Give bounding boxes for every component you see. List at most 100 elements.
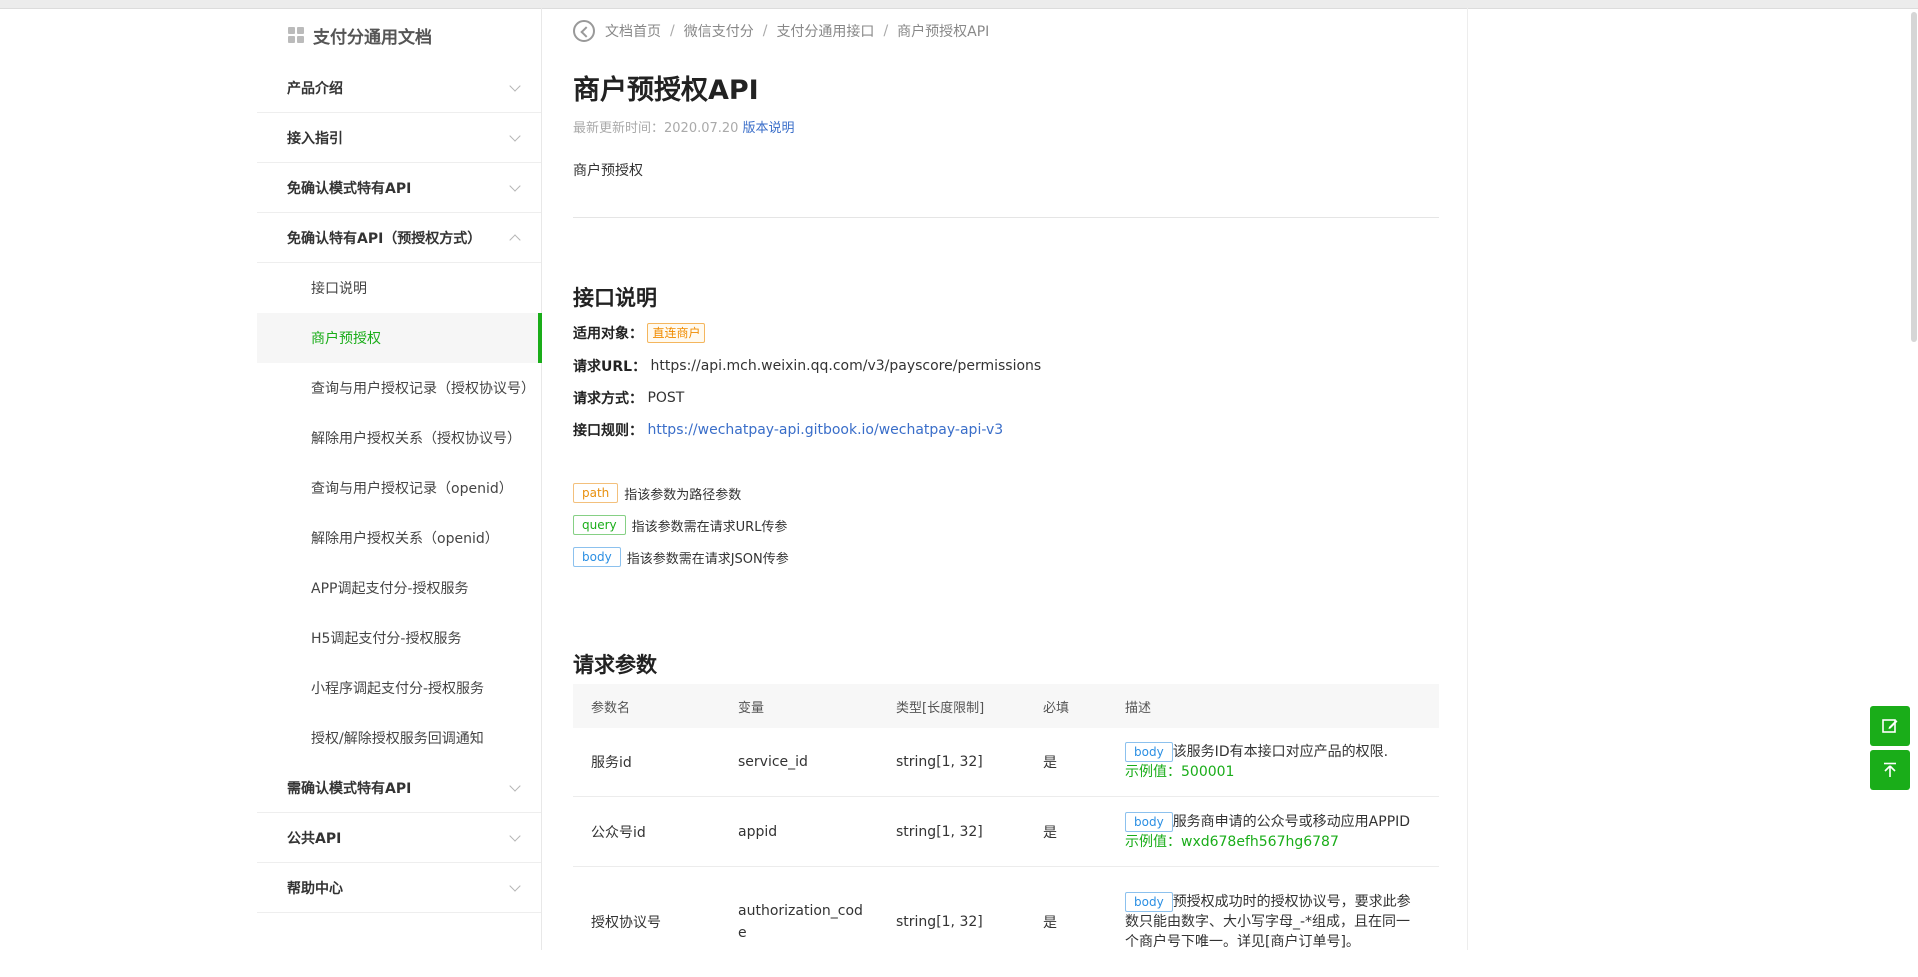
page-title: 商户预授权API: [573, 75, 759, 106]
param-example: 示例值：500001: [1125, 764, 1235, 780]
rule-label: 接口规则：: [573, 423, 643, 439]
sidebar-subitem-label: 接口说明: [311, 281, 367, 297]
query-chip: query: [573, 515, 626, 535]
sidebar-subitem-label: 查询与用户授权记录（授权协议号）: [311, 381, 535, 397]
breadcrumb-current: 商户预授权API: [897, 24, 990, 40]
params-table: 参数名 变量 类型[长度限制] 必填 描述 服务id service_id st…: [573, 684, 1439, 977]
scrollbar-thumb[interactable]: [1911, 12, 1917, 342]
sidebar-subitem-h5-invoke[interactable]: H5调起支付分-授权服务: [257, 613, 541, 663]
main-content: 文档首页 / 微信支付分 / 支付分通用接口 / 商户预授权API 商户预授权A…: [541, 8, 1468, 950]
sidebar-item-label: 免确认特有API（预授权方式）: [287, 230, 482, 247]
param-description: body 服务商申请的公众号或移动应用APPID 示例值：wxd678efh567…: [1111, 797, 1439, 866]
sidebar-subitem-api-intro[interactable]: 接口说明: [257, 263, 541, 313]
sidebar-subitem-label: APP调起支付分-授权服务: [311, 581, 469, 597]
param-desc-text: 服务商申请的公众号或移动应用APPID: [1172, 813, 1411, 830]
sidebar-item-label: 帮助中心: [287, 880, 343, 897]
param-description: body 该服务ID有本接口对应产品的权限. 示例值：500001: [1111, 728, 1439, 796]
param-variable: authorization_code: [738, 903, 863, 941]
breadcrumb-separator: /: [670, 23, 675, 39]
param-example: 示例值：wxd678efh567hg6787: [1125, 833, 1339, 850]
sidebar-subitem-label: 解除用户授权关系（授权协议号）: [311, 431, 521, 447]
page-scrollbar[interactable]: [1910, 8, 1918, 950]
api-rule: 接口规则： https://wechatpay-api.gitbook.io/w…: [573, 420, 1003, 440]
sidebar-subitem-query-auth-code[interactable]: 查询与用户授权记录（授权协议号）: [257, 363, 541, 413]
sidebar-item-help-center[interactable]: 帮助中心: [257, 863, 541, 913]
sidebar-item-public-api[interactable]: 公共API: [257, 813, 541, 863]
sidebar-item-confirm-api[interactable]: 需确认模式特有API: [257, 763, 541, 813]
chevron-down-icon: [509, 80, 521, 92]
sidebar-subitem-label: 查询与用户授权记录（openid）: [311, 481, 513, 497]
sidebar-item-label: 需确认模式特有API: [287, 780, 412, 797]
breadcrumb-link-home[interactable]: 文档首页: [605, 21, 661, 41]
sidebar-subitem-query-openid[interactable]: 查询与用户授权记录（openid）: [257, 463, 541, 513]
sidebar-subitem-label: H5调起支付分-授权服务: [311, 631, 462, 647]
param-type: string[1, 32]: [896, 823, 983, 840]
body-chip: body: [1125, 811, 1173, 832]
api-rule-link[interactable]: https://wechatpay-api.gitbook.io/wechatp…: [647, 422, 1003, 438]
legend-body: body 指该参数需在请求JSON传参: [573, 547, 789, 567]
legend-text: 指该参数需在请求URL传参: [631, 519, 788, 535]
table-row: 服务id service_id string[1, 32] 是 body 该服务I…: [573, 728, 1439, 797]
arrow-up-icon: [1884, 762, 1896, 777]
sidebar-item-preauth-api[interactable]: 免确认特有API（预授权方式）: [257, 213, 541, 263]
param-desc-text: 该服务ID有本接口对应产品的权限.: [1172, 744, 1389, 760]
grid-icon: [288, 27, 304, 43]
breadcrumb-separator: /: [762, 23, 768, 39]
sidebar-title: 支付分通用文档: [288, 18, 432, 52]
version-notes-link[interactable]: 版本说明: [742, 121, 794, 136]
sidebar-item-label: 公共API: [287, 830, 342, 847]
target-label: 适用对象：: [573, 326, 643, 342]
param-name: 授权协议号: [591, 915, 661, 931]
back-arrow-icon[interactable]: [573, 20, 595, 42]
sidebar-subitem-miniprogram-invoke[interactable]: 小程序调起支付分-授权服务: [257, 663, 541, 713]
table-row: 授权协议号 authorization_code string[1, 32] 是…: [573, 867, 1439, 977]
sidebar: 支付分通用文档 产品介绍 接入指引 免确认模式特有API 免确认特有API（预授…: [257, 8, 542, 950]
param-name: 公众号id: [591, 824, 646, 841]
breadcrumb-link-common-api[interactable]: 支付分通用接口: [776, 21, 874, 41]
sidebar-item-no-confirm-api[interactable]: 免确认模式特有API: [257, 163, 541, 213]
legend-text: 指该参数需在请求JSON传参: [626, 551, 789, 567]
sidebar-item-access-guide[interactable]: 接入指引: [257, 113, 541, 163]
sidebar-subitem-app-invoke[interactable]: APP调起支付分-授权服务: [257, 563, 541, 613]
sidebar-item-label: 产品介绍: [287, 80, 343, 97]
page-description: 商户预授权: [573, 163, 643, 179]
method-label: 请求方式：: [573, 391, 643, 407]
sidebar-item-label: 接入指引: [287, 130, 343, 147]
edit-button[interactable]: [1870, 706, 1910, 746]
param-description: body 预授权成功时的授权协议号，要求此参数只能由数字、大小写字母_-*组成，且…: [1111, 867, 1439, 977]
column-header: 类型[长度限制]: [896, 700, 985, 716]
param-type: string[1, 32]: [896, 754, 983, 770]
breadcrumb-link-payscore[interactable]: 微信支付分: [684, 21, 754, 41]
chevron-down-icon: [509, 130, 521, 142]
param-name: 服务id: [591, 755, 632, 771]
column-header: 必填: [1043, 700, 1070, 716]
body-chip: body: [573, 547, 621, 567]
sidebar-item-label: 免确认模式特有API: [287, 180, 412, 197]
param-required: 是: [1043, 915, 1057, 931]
divider: [573, 217, 1439, 218]
legend-text: 指该参数为路径参数: [624, 487, 742, 503]
legend-query: query 指该参数需在请求URL传参: [573, 515, 787, 535]
breadcrumb: 文档首页 / 微信支付分 / 支付分通用接口 / 商户预授权API: [573, 18, 989, 44]
sidebar-subitem-revoke-auth-code[interactable]: 解除用户授权关系（授权协议号）: [257, 413, 541, 463]
column-header: 描述: [1125, 700, 1152, 716]
sidebar-subitem-callback[interactable]: 授权/解除授权服务回调通知: [257, 713, 541, 763]
breadcrumb-separator: /: [883, 23, 889, 39]
request-url: 请求URL： https://api.mch.weixin.qq.com/v3/…: [573, 356, 1041, 376]
chevron-up-icon: [509, 234, 521, 246]
param-type: string[1, 32]: [896, 914, 983, 930]
request-method: 请求方式： POST: [573, 388, 684, 408]
sidebar-item-product-intro[interactable]: 产品介绍: [257, 63, 541, 113]
applicable-target: 适用对象： 直连商户: [573, 323, 706, 343]
column-header: 参数名: [591, 700, 631, 716]
sidebar-subitem-revoke-openid[interactable]: 解除用户授权关系（openid）: [257, 513, 541, 563]
sidebar-subitem-label: 商户预授权: [311, 331, 381, 347]
chevron-down-icon: [509, 180, 521, 192]
back-to-top-button[interactable]: [1870, 750, 1910, 790]
sidebar-subitem-merchant-preauth[interactable]: 商户预授权: [257, 313, 542, 363]
column-header: 变量: [738, 700, 765, 716]
method-value: POST: [647, 390, 685, 406]
body-chip: body: [1125, 892, 1173, 912]
param-variable: service_id: [738, 754, 808, 770]
param-required: 是: [1043, 824, 1057, 841]
